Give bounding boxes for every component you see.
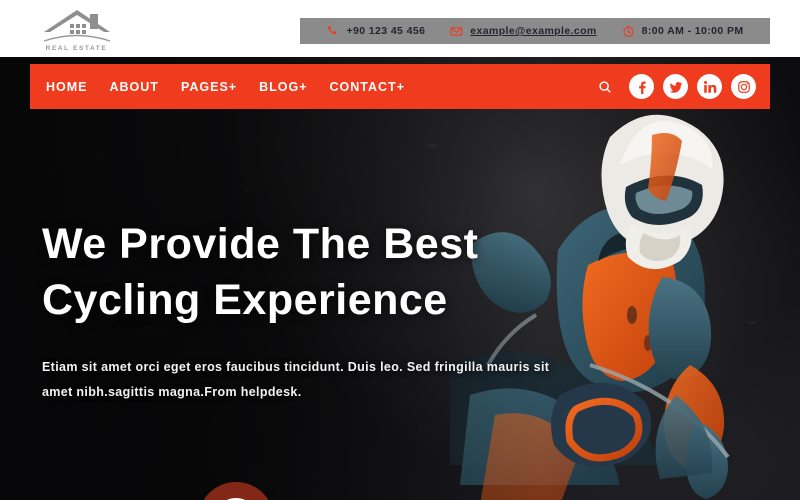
hero-section: We Provide The Best Cycling Experience E… bbox=[0, 57, 800, 500]
linkedin-icon[interactable] bbox=[697, 74, 722, 99]
play-video-button[interactable] bbox=[197, 482, 274, 500]
nav-item-about[interactable]: ABOUT bbox=[110, 80, 159, 94]
contact-hours: 8:00 AM - 10:00 PM bbox=[622, 25, 744, 38]
main-navigation: HOME ABOUT PAGES+ BLOG+ CONTACT+ bbox=[30, 64, 770, 109]
site-logo[interactable]: REAL ESTATE bbox=[24, 4, 129, 56]
contact-email[interactable]: example@example.com bbox=[450, 25, 596, 38]
logo-text: REAL ESTATE bbox=[45, 45, 108, 52]
nav-right-actions bbox=[594, 74, 756, 99]
contact-phone[interactable]: +90 123 45 456 bbox=[326, 25, 425, 38]
landing-page: REAL ESTATE +90 123 45 456 example@examp… bbox=[0, 0, 800, 500]
hero-description: Etiam sit amet orci eget eros faucibus t… bbox=[42, 359, 550, 400]
hero-title-line-2: Cycling Experience bbox=[42, 275, 448, 324]
nav-item-contact[interactable]: CONTACT+ bbox=[330, 80, 405, 94]
hero-title: We Provide The Best Cycling Experience bbox=[42, 217, 602, 329]
facebook-icon[interactable] bbox=[629, 74, 654, 99]
contact-info-bar: +90 123 45 456 example@example.com 8:00 … bbox=[300, 18, 770, 44]
top-bar: REAL ESTATE +90 123 45 456 example@examp… bbox=[0, 0, 800, 57]
hero-actions: Read More → bbox=[42, 482, 274, 500]
hours-text: 8:00 AM - 10:00 PM bbox=[641, 25, 744, 37]
twitter-icon[interactable] bbox=[663, 74, 688, 99]
nav-item-home[interactable]: HOME bbox=[46, 80, 88, 94]
nav-item-blog[interactable]: BLOG+ bbox=[259, 80, 307, 94]
phone-text: +90 123 45 456 bbox=[346, 25, 426, 37]
nav-item-pages[interactable]: PAGES+ bbox=[181, 80, 237, 94]
envelope-icon bbox=[450, 25, 463, 38]
hero-content: We Provide The Best Cycling Experience E… bbox=[42, 217, 602, 406]
nav-links: HOME ABOUT PAGES+ BLOG+ CONTACT+ bbox=[42, 80, 405, 94]
phone-icon bbox=[326, 25, 339, 38]
hero-title-line-1: We Provide The Best bbox=[42, 220, 479, 268]
house-roof-logo-icon bbox=[40, 8, 114, 44]
instagram-icon[interactable] bbox=[731, 74, 756, 99]
clock-icon bbox=[622, 25, 635, 38]
email-text: example@example.com bbox=[470, 25, 597, 37]
search-icon[interactable] bbox=[594, 76, 616, 98]
